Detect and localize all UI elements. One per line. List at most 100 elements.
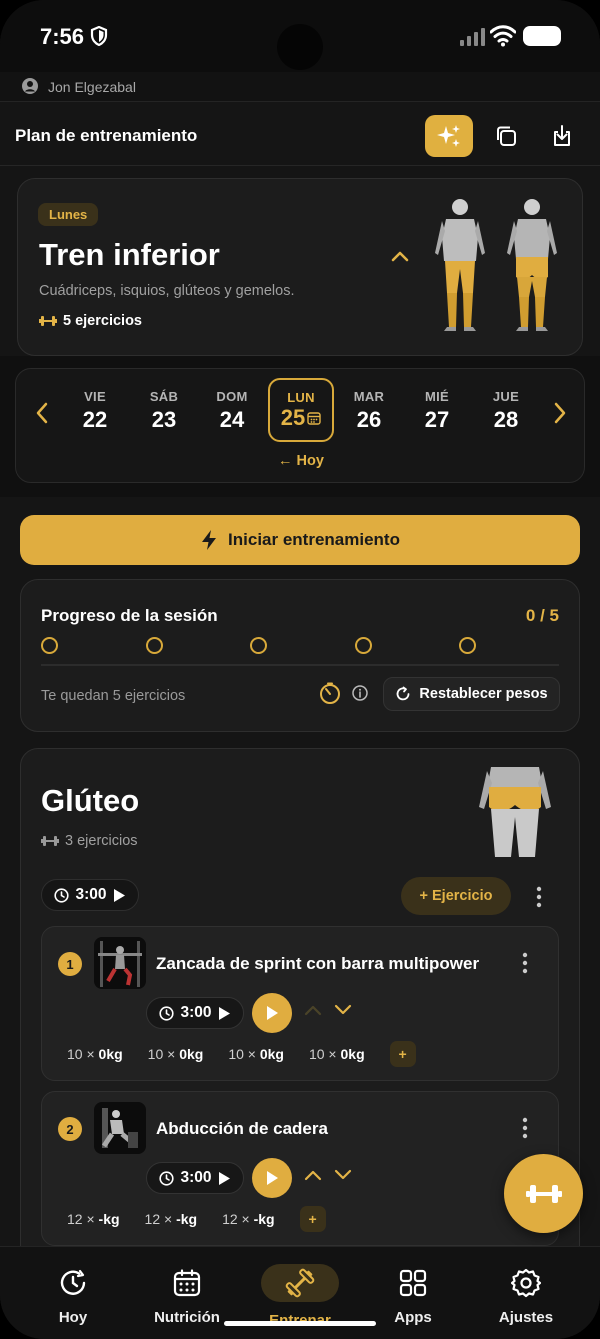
day-jue[interactable]: JUE 28 xyxy=(475,389,537,433)
day-date: 23 xyxy=(151,407,177,432)
set-weight: 0kg xyxy=(340,1046,365,1062)
set-reps: 12 × xyxy=(67,1211,95,1227)
tab-apps[interactable]: Apps xyxy=(363,1267,463,1326)
chevron-right-icon[interactable] xyxy=(550,399,570,427)
day-name: MAR xyxy=(353,389,385,404)
chevron-left-icon[interactable] xyxy=(32,399,52,427)
exercise-timer-value: 3:00 xyxy=(180,1169,212,1186)
tab-entrenar[interactable]: Entrenar xyxy=(250,1264,350,1329)
copy-button[interactable] xyxy=(482,115,530,157)
tab-label: Apps xyxy=(394,1309,432,1326)
set-chip[interactable]: 10 × 0kg xyxy=(309,1046,365,1062)
bottom-tab-bar: Hoy Nutrición Apps Ajustes xyxy=(0,1246,600,1339)
day-date: 26 xyxy=(356,407,382,432)
clock-icon xyxy=(159,1170,175,1186)
set-chip[interactable]: 12 × -kg xyxy=(145,1211,198,1227)
day-lun-selected[interactable]: LUN 25 xyxy=(268,378,334,442)
ai-sparkle-button[interactable] xyxy=(425,115,473,157)
reset-weights-label: Restablecer pesos xyxy=(419,686,548,702)
info-icon[interactable] xyxy=(352,685,368,701)
tab-ajustes[interactable]: Ajustes xyxy=(476,1267,576,1326)
workout-day-card[interactable]: Lunes Tren inferior Cuádriceps, isquios,… xyxy=(17,178,583,356)
move-up-icon[interactable] xyxy=(304,1169,322,1181)
day-sab[interactable]: SÁB 23 xyxy=(133,389,195,433)
exercise-rest-timer[interactable]: 3:00 xyxy=(146,997,244,1029)
home-indicator[interactable] xyxy=(224,1321,376,1326)
day-mar[interactable]: MAR 26 xyxy=(338,389,400,433)
set-chip[interactable]: 10 × 0kg xyxy=(148,1046,204,1062)
set-reps: 12 × xyxy=(144,1211,173,1227)
exercise-thumbnail xyxy=(94,937,146,989)
set-weight: 0kg xyxy=(259,1046,284,1062)
exercise-card[interactable]: 1 Zancada de sprint con barra multipower xyxy=(41,926,559,1081)
exercise-number: 2 xyxy=(58,1117,82,1141)
progress-step xyxy=(41,637,58,654)
battery-icon xyxy=(523,26,561,46)
group-rest-timer[interactable]: 3:00 xyxy=(41,879,139,911)
dumbbell-icon xyxy=(39,316,57,326)
day-name: JUE xyxy=(492,389,520,404)
play-icon xyxy=(267,1171,278,1185)
grid-icon xyxy=(399,1269,427,1297)
today-link[interactable]: ← Hoy xyxy=(278,453,324,469)
shield-icon xyxy=(90,26,108,46)
exercise-timer-value: 3:00 xyxy=(180,1004,212,1021)
chevron-up-icon[interactable] xyxy=(388,245,412,269)
timer-icon[interactable] xyxy=(319,682,341,704)
day-date: 27 xyxy=(424,407,450,432)
exercise-rest-timer[interactable]: 3:00 xyxy=(146,1162,244,1194)
exercise-name: Abducción de cadera xyxy=(156,1119,328,1138)
play-exercise-button[interactable] xyxy=(252,993,292,1033)
session-progress-card: Progreso de la sesión 0 / 5 Te quedan 5 … xyxy=(20,579,580,732)
set-chip[interactable]: 12 × -kg xyxy=(222,1211,275,1227)
day-name: VIE xyxy=(84,389,106,404)
progress-step xyxy=(459,637,476,654)
more-vertical-icon[interactable] xyxy=(534,885,544,909)
floating-workout-button[interactable] xyxy=(504,1154,583,1233)
play-exercise-button[interactable] xyxy=(252,1158,292,1198)
sparkle-icon xyxy=(437,125,460,147)
move-down-icon[interactable] xyxy=(334,1169,352,1181)
copy-icon xyxy=(497,126,516,146)
add-exercise-button[interactable]: + Ejercicio xyxy=(401,877,511,915)
more-vertical-icon[interactable] xyxy=(520,951,530,975)
week-selector: VIE 22 SÁB 23 DOM 24 LUN 25 MAR 26 MIÉ 2… xyxy=(15,368,585,483)
set-chip[interactable]: 12 × -kg xyxy=(67,1211,120,1227)
clock-icon xyxy=(159,1005,175,1021)
glute-muscle-figure xyxy=(479,767,551,857)
add-set-button[interactable]: + xyxy=(389,1041,416,1067)
group-exercise-count-label: 3 ejercicios xyxy=(65,833,138,849)
move-up-icon[interactable] xyxy=(304,1004,322,1016)
progress-count: 0 / 5 xyxy=(525,606,559,625)
day-vie[interactable]: VIE 22 xyxy=(64,389,126,433)
progress-step xyxy=(146,637,163,654)
set-chip[interactable]: 10 × 0kg xyxy=(67,1046,123,1062)
start-workout-button[interactable]: Iniciar entrenamiento xyxy=(20,515,580,565)
more-vertical-icon[interactable] xyxy=(520,1116,530,1140)
set-chip[interactable]: 10 × 0kg xyxy=(228,1046,284,1062)
body-front-figure xyxy=(435,199,485,331)
play-icon xyxy=(218,1006,230,1020)
tab-nutricion[interactable]: Nutrición xyxy=(137,1267,237,1326)
move-down-icon[interactable] xyxy=(334,1004,352,1016)
day-mie[interactable]: MIÉ 27 xyxy=(406,389,468,433)
play-icon xyxy=(267,1006,278,1020)
set-reps: 10 × xyxy=(228,1046,256,1062)
day-dom[interactable]: DOM 24 xyxy=(201,389,263,433)
smith-machine-image xyxy=(98,941,142,987)
download-button[interactable] xyxy=(538,115,586,157)
tab-hoy[interactable]: Hoy xyxy=(23,1267,123,1326)
dumbbell-icon xyxy=(525,1184,562,1203)
set-weight: -kg xyxy=(253,1211,275,1227)
set-weight: 0kg xyxy=(98,1046,123,1062)
set-reps: 12 × xyxy=(222,1211,250,1227)
set-reps: 10 × xyxy=(147,1046,176,1062)
download-icon xyxy=(554,125,570,146)
day-date: 24 xyxy=(219,407,245,432)
reset-weights-button[interactable]: Restablecer pesos xyxy=(383,677,560,711)
exercise-thumbnail xyxy=(94,1102,146,1154)
add-set-button[interactable]: + xyxy=(299,1206,326,1232)
group-exercise-count: 3 ejercicios xyxy=(41,833,138,849)
user-bar: Jon Elgezabal xyxy=(0,72,600,102)
exercise-card[interactable]: 2 Abducción de cadera 3:00 12 × -kg 12 ×… xyxy=(41,1091,559,1246)
